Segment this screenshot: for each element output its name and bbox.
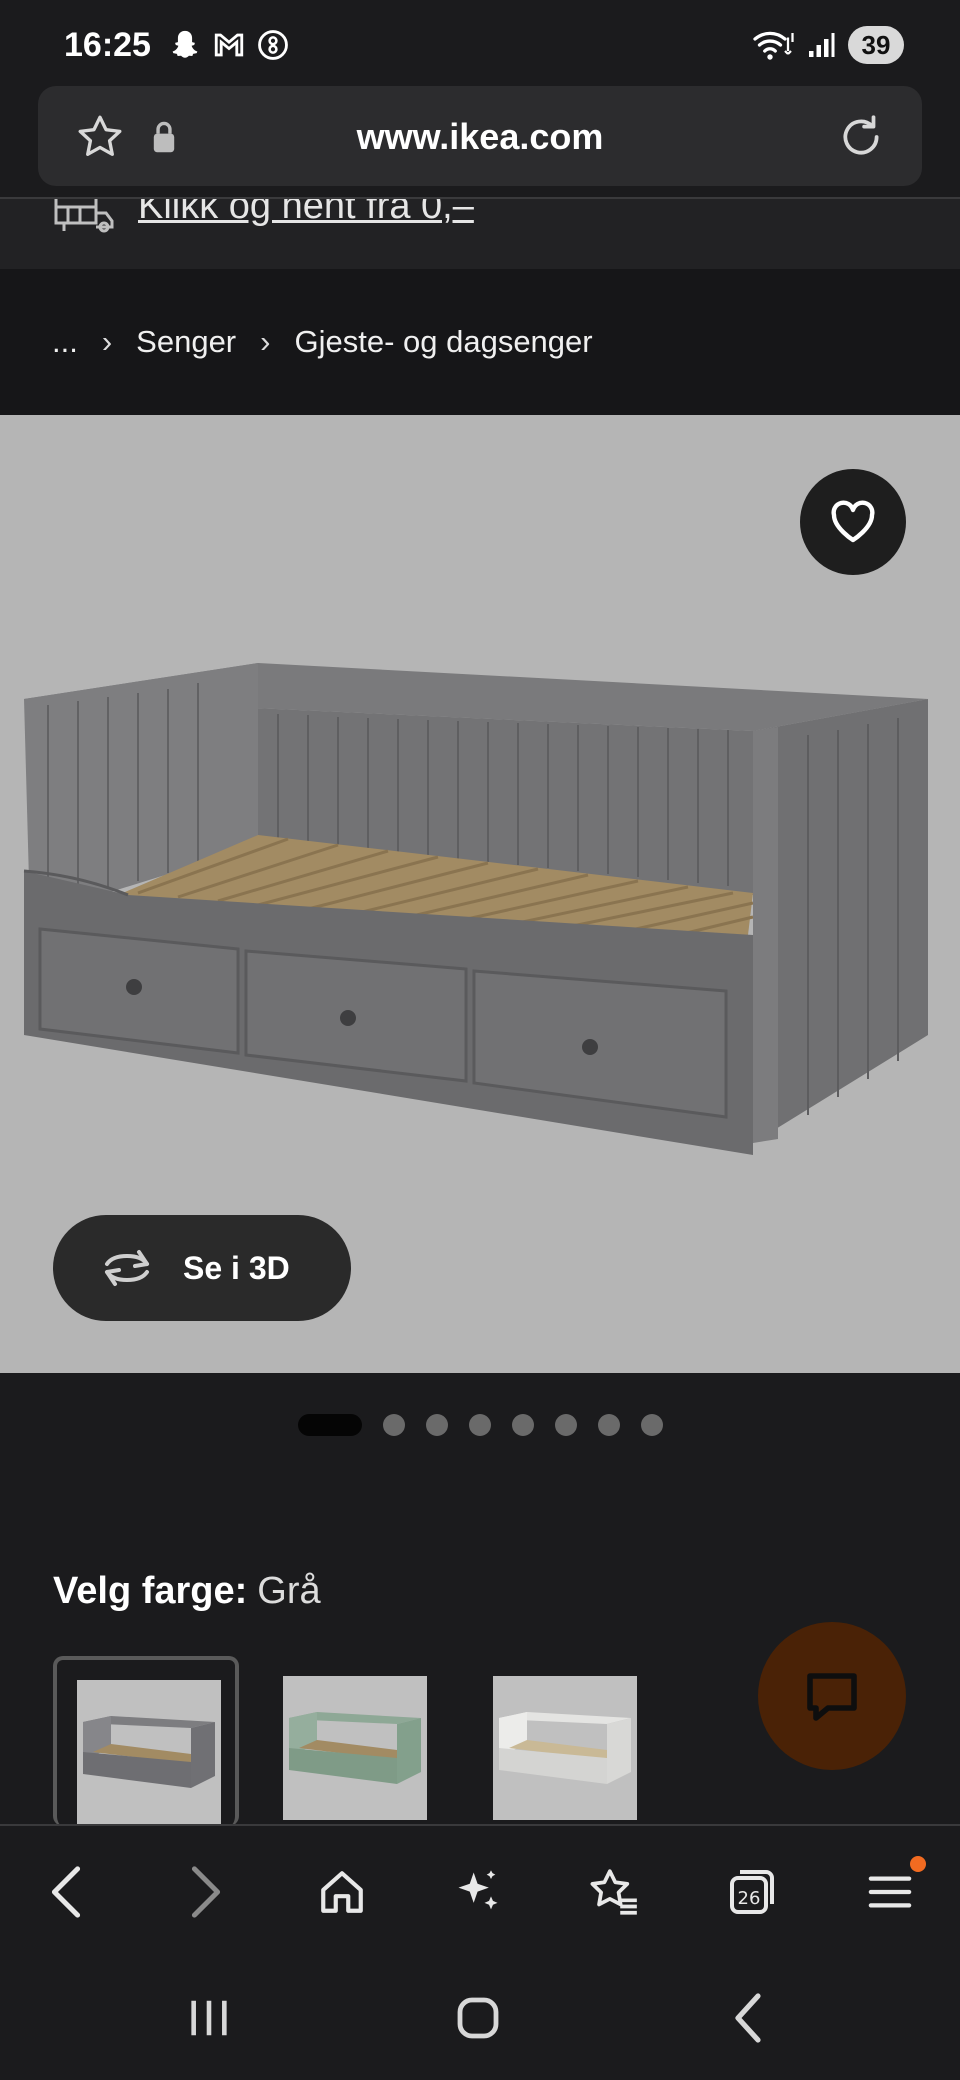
daybed-thumbnail-white	[499, 1712, 631, 1784]
carousel-dot[interactable]	[554, 1414, 577, 1436]
carousel-dot[interactable]	[382, 1414, 405, 1436]
daybed-thumbnail-green	[289, 1712, 421, 1784]
chat-button[interactable]	[758, 1622, 906, 1770]
carousel-dot-active[interactable]	[297, 1414, 362, 1436]
bookmarks-button[interactable]	[582, 1860, 646, 1924]
home-button[interactable]	[310, 1860, 374, 1924]
reload-icon[interactable]	[836, 112, 886, 162]
rotate-3d-icon	[105, 1250, 149, 1286]
swatch-green-image	[283, 1676, 427, 1820]
snapchat-icon	[172, 30, 198, 58]
assistant-icon	[258, 30, 288, 60]
forward-button[interactable]	[174, 1860, 238, 1924]
back-icon	[51, 1866, 81, 1918]
carousel-pagination[interactable]	[0, 1414, 960, 1436]
favorite-button[interactable]	[800, 469, 906, 575]
swatch-white[interactable]	[473, 1656, 659, 1826]
carousel-dot[interactable]	[597, 1414, 620, 1436]
swatch-gray-image	[77, 1680, 221, 1824]
ai-sparkle-icon	[458, 1870, 498, 1910]
color-select-value: Grå	[257, 1570, 321, 1612]
click-and-collect-link[interactable]: Klikk og hent fra 0,–	[138, 199, 474, 228]
notification-dot	[910, 1856, 926, 1872]
color-select-label: Velg farge:	[53, 1570, 248, 1612]
color-select-heading: Velg farge: Grå	[53, 1570, 321, 1613]
battery-icon: 39	[848, 26, 904, 64]
forward-icon	[191, 1866, 221, 1918]
heart-icon	[831, 500, 875, 543]
status-bar: 16:25 39	[0, 0, 960, 86]
tabs-button[interactable]: 26	[720, 1860, 784, 1924]
browser-toolbar: 26	[0, 1824, 960, 1954]
back-button[interactable]	[34, 1860, 98, 1924]
home-nav-icon[interactable]	[454, 1994, 502, 2042]
home-icon	[321, 1871, 363, 1913]
swatch-green[interactable]	[263, 1656, 449, 1826]
pickup-row: Klikk og hent fra 0,–	[0, 199, 960, 269]
signal-icon	[809, 33, 835, 57]
breadcrumb-ellipsis[interactable]: ...	[52, 324, 78, 360]
menu-icon	[868, 1876, 912, 1908]
swatch-gray[interactable]	[53, 1656, 239, 1826]
view-3d-button[interactable]: Se i 3D	[53, 1215, 351, 1321]
url-text[interactable]: www.ikea.com	[38, 116, 922, 158]
gmail-icon	[214, 33, 244, 57]
ai-button[interactable]	[446, 1860, 510, 1924]
swatch-white-image	[493, 1676, 637, 1820]
product-image-gallery[interactable]: Se i 3D	[0, 415, 960, 1373]
carousel-dot[interactable]	[640, 1414, 663, 1436]
wifi-icon	[753, 31, 794, 60]
carousel-dot[interactable]	[425, 1414, 448, 1436]
status-notification-icons	[168, 28, 290, 62]
product-image-daybed	[23, 663, 928, 1155]
menu-button[interactable]	[858, 1856, 926, 1924]
chevron-right-icon: ›	[260, 324, 271, 359]
status-time: 16:25	[64, 26, 151, 64]
breadcrumb-item-senger[interactable]: Senger	[136, 324, 236, 360]
carousel-dot[interactable]	[511, 1414, 534, 1436]
chat-icon	[807, 1673, 857, 1721]
store-pickup-icon	[54, 199, 114, 233]
status-system-icons: 39	[752, 26, 904, 64]
breadcrumb-item-daybeds[interactable]: Gjeste- og dagsenger	[294, 324, 592, 360]
breadcrumb: ... › Senger › Gjeste- og dagsenger	[0, 269, 960, 415]
daybed-thumbnail-gray	[83, 1716, 215, 1788]
view-3d-label: Se i 3D	[183, 1249, 290, 1286]
url-bar[interactable]: www.ikea.com	[38, 86, 922, 186]
tab-count: 26	[738, 1888, 761, 1909]
carousel-dot[interactable]	[468, 1414, 491, 1436]
bookmarks-icon	[590, 1869, 637, 1915]
chevron-right-icon: ›	[101, 324, 113, 359]
recents-icon[interactable]	[186, 1996, 232, 2040]
system-navigation-bar	[0, 1954, 960, 2080]
tabs-icon: 26	[730, 1870, 774, 1914]
color-swatches	[53, 1656, 659, 1826]
back-nav-icon[interactable]	[730, 1992, 766, 2044]
